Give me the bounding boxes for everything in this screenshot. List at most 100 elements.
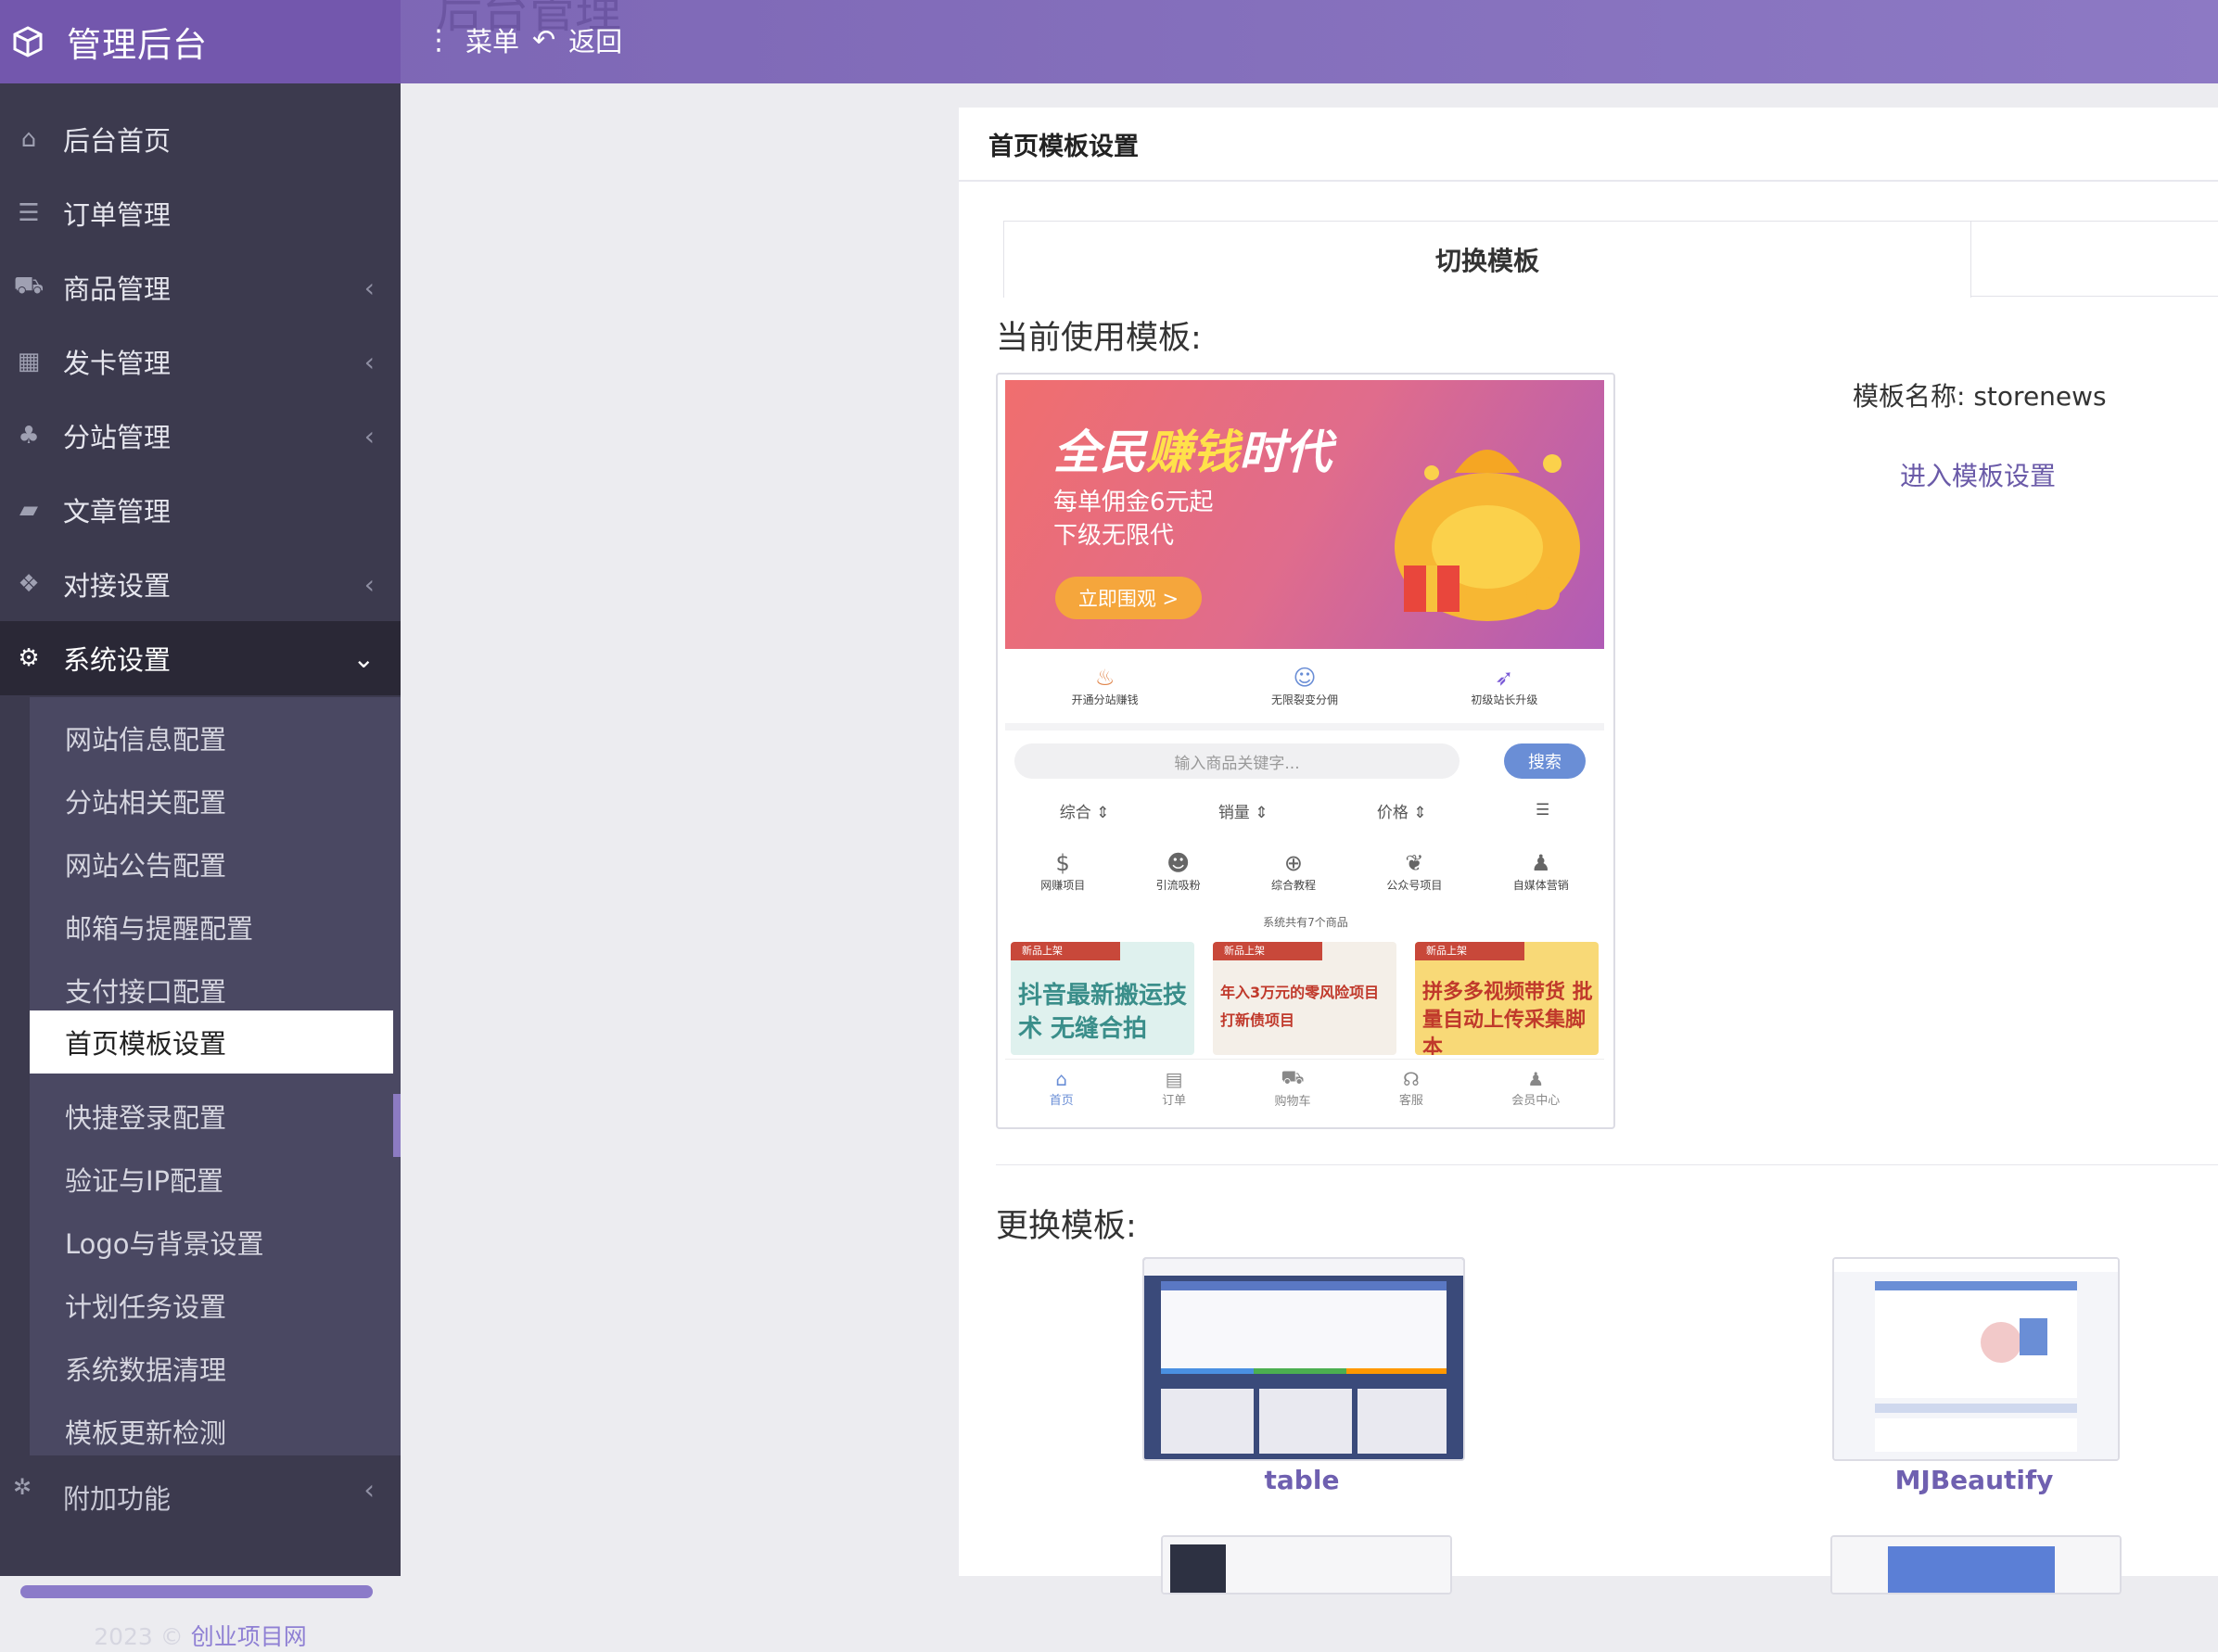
template-thumb-table[interactable] [1142, 1257, 1465, 1461]
tabbar-item[interactable]: ▤ 订单 [1162, 1068, 1186, 1108]
sidebar-item-orders[interactable]: ☰ 订单管理 [0, 176, 401, 250]
sort-row: 综合 ⇕ 销量 ⇕ 价格 ⇕ ☰ [1005, 794, 1604, 827]
goods-card[interactable]: 新品上架 拼多多视频带货 批量自动上传采集脚本 [1415, 942, 1599, 1055]
template-name-mjbeautify[interactable]: MJBeautify [1832, 1465, 2116, 1495]
sidebar-item-home[interactable]: ⌂ 后台首页 [0, 102, 401, 176]
logo-area[interactable]: 管理后台 [0, 0, 401, 83]
user-plus-icon: ☻ [1166, 849, 1191, 876]
current-template-title: 当前使用模板: [996, 320, 1202, 357]
preview-banner: 全民赚钱时代 每单佣金6元起 下级无限代 立即围观 > [1005, 380, 1604, 649]
tab-switch-template[interactable]: 切换模板 [1004, 222, 1971, 298]
sidebar-item-label: 文章管理 [63, 496, 172, 527]
submenu-verify-ip[interactable]: 验证与IP配置 [30, 1148, 393, 1211]
sitemap-icon: ♣ [18, 422, 40, 450]
preview-search-input[interactable]: 输入商品关键字... [1014, 743, 1460, 779]
chevron-left-icon: ‹ [363, 1474, 375, 1506]
submenu-site-info[interactable]: 网站信息配置 [30, 706, 393, 769]
template-thumb-third[interactable] [1161, 1535, 1452, 1595]
sidebar-item-label: 商品管理 [63, 273, 172, 305]
template-thumbnail-image [1144, 1259, 1463, 1459]
sidebar-item-articles[interactable]: ▰ 文章管理 [0, 473, 401, 547]
template-thumb-mjbeautify[interactable] [1832, 1257, 2120, 1461]
home-icon: ⌂ [1055, 1067, 1068, 1090]
page-title: 首页模板设置 [988, 132, 1139, 161]
banner-line-2: 下级无限代 [1053, 522, 1175, 550]
banner-subtitle: 每单佣金6元起 下级无限代 [1053, 486, 1214, 553]
sidebar: ⌂ 后台首页 ☰ 订单管理 ⛟ 商品管理 ‹ ▦ 发卡管理 ‹ ♣ 分站管理 ‹… [0, 83, 401, 1650]
submenu-template-update[interactable]: 模板更新检测 [30, 1400, 393, 1463]
template-thumb-fourth[interactable] [1830, 1535, 2122, 1595]
sort-item[interactable]: ☰ [1536, 801, 1549, 820]
sidebar-item-label: 附加功能 [63, 1483, 172, 1511]
feature-item[interactable]: ☺ 无限裂变分佣 [1271, 664, 1338, 707]
category-item[interactable]: ⊕ 综合教程 [1271, 849, 1316, 893]
tabbar-label: 订单 [1162, 1093, 1187, 1108]
template-settings-panel: 首页模板设置 切换模板 当前使用模板: 全民赚钱时代 每单佣金6元起 下级无限代… [959, 108, 2218, 1595]
submenu-announcement[interactable]: 网站公告配置 [30, 832, 393, 896]
back-label: 返回 [568, 26, 623, 57]
menu-button[interactable]: ⋮ 菜单 [425, 20, 519, 59]
sidebar-item-extra[interactable]: ✲ 附加功能 ‹ [0, 1465, 401, 1511]
system-settings-submenu: 网站信息配置 分站相关配置 网站公告配置 邮箱与提醒配置 支付接口配置 首页模板… [30, 697, 401, 1455]
submenu-logo-background[interactable]: Logo与背景设置 [30, 1211, 393, 1274]
sidebar-item-label: 订单管理 [63, 199, 172, 231]
submenu-cron-tasks[interactable]: 计划任务设置 [30, 1274, 393, 1337]
tabbar-item[interactable]: ♟ 会员中心 [1511, 1068, 1560, 1108]
template-thumbnail-image [1834, 1259, 2118, 1459]
sidebar-item-label: 对接设置 [63, 570, 172, 602]
sidebar-item-integration[interactable]: ❖ 对接设置 ‹ [0, 547, 401, 621]
panel-header: 首页模板设置 [959, 108, 2218, 182]
template-name-table[interactable]: table [1142, 1465, 1461, 1495]
preview-search-button[interactable]: 搜索 [1504, 743, 1586, 779]
tabbar-item[interactable]: ⌂ 首页 [1050, 1068, 1074, 1108]
current-template-preview[interactable]: 全民赚钱时代 每单佣金6元起 下级无限代 立即围观 > ♨ 开通分站赚钱 ☺ 无限裂… [996, 373, 1615, 1129]
sort-item[interactable]: 销量 ⇕ [1218, 799, 1268, 822]
category-label: 自媒体营销 [1512, 878, 1569, 892]
feature-label: 初级站长升级 [1471, 693, 1538, 706]
tab-underline [1970, 296, 2218, 297]
footer-link[interactable]: 创业项目网 [191, 1623, 307, 1650]
sidebar-scrollbar[interactable] [20, 1585, 373, 1598]
submenu-substation-config[interactable]: 分站相关配置 [30, 769, 393, 832]
separator [1005, 723, 1604, 731]
puzzle-icon: ✲ [13, 1474, 32, 1500]
feature-item[interactable]: ➶ 初级站长升级 [1471, 664, 1537, 707]
template-settings-link[interactable]: 进入模板设置 [1900, 456, 2056, 493]
banner-title: 全民赚钱时代 [1053, 415, 1332, 482]
sidebar-item-system-settings[interactable]: ⚙ 系统设置 ⌄ [0, 621, 401, 695]
goods-card[interactable]: 新品上架 年入3万元的零风险项目 打新债项目 [1213, 942, 1396, 1055]
category-label: 引流吸粉 [1155, 878, 1201, 892]
cube-icon [13, 26, 43, 57]
sidebar-item-substations[interactable]: ♣ 分站管理 ‹ [0, 399, 401, 473]
goods-tag: 新品上架 [1415, 942, 1524, 960]
back-button[interactable]: ↶ 返回 [532, 20, 622, 59]
category-label: 综合教程 [1270, 878, 1316, 892]
tabbar-label: 购物车 [1274, 1095, 1311, 1109]
submenu-email-alerts[interactable]: 邮箱与提醒配置 [30, 896, 393, 959]
submenu-quick-login[interactable]: 快捷登录配置 [30, 1085, 393, 1148]
sidebar-item-cards[interactable]: ▦ 发卡管理 ‹ [0, 324, 401, 399]
category-item[interactable]: ☻ 引流吸粉 [1156, 849, 1201, 893]
tabbar-item[interactable]: ⛟ 购物车 [1274, 1066, 1310, 1109]
banner-line-1: 每单佣金6元起 [1053, 489, 1214, 516]
tabbar-label: 会员中心 [1511, 1093, 1561, 1108]
sort-item[interactable]: 价格 ⇕ [1377, 799, 1427, 822]
home-icon: ⌂ [20, 125, 37, 153]
category-item[interactable]: $ 网赚项目 [1040, 849, 1085, 893]
submenu-data-cleanup[interactable]: 系统数据清理 [30, 1337, 393, 1400]
feature-item[interactable]: ♨ 开通分站赚钱 [1072, 664, 1139, 707]
section-divider [996, 1164, 2218, 1165]
submenu-homepage-template[interactable]: 首页模板设置 [30, 1010, 393, 1074]
preview-tabbar: ⌂ 首页 ▤ 订单 ⛟ 购物车 ☊ 客服 ♟ 会员中心 [1005, 1059, 1604, 1115]
users-icon: ☺ [1293, 664, 1317, 691]
headset-icon: ☊ [1402, 1067, 1420, 1090]
sort-item[interactable]: 综合 ⇕ [1060, 799, 1110, 822]
category-item[interactable]: ❦ 公众号项目 [1386, 849, 1442, 893]
category-item[interactable]: ♟ 自媒体营销 [1513, 849, 1569, 893]
sidebar-item-products[interactable]: ⛟ 商品管理 ‹ [0, 250, 401, 324]
book-icon: ▰ [19, 496, 38, 524]
app-title: 管理后台 [67, 25, 208, 65]
tabbar-item[interactable]: ☊ 客服 [1399, 1068, 1423, 1108]
goods-card[interactable]: 新品上架 抖音最新搬运技术 无缝合拍 [1011, 942, 1194, 1055]
active-accent-bar [393, 1094, 401, 1157]
